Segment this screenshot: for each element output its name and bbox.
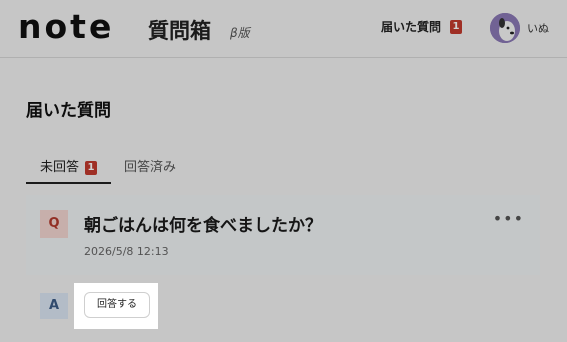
note-logo[interactable]: note: [18, 10, 114, 43]
question-marker: Q: [40, 210, 68, 238]
user-name[interactable]: いぬ: [527, 20, 549, 36]
question-date: 2026/5/8 12:13: [84, 245, 169, 258]
question-tabs: 未回答 1 回答済み: [26, 150, 541, 186]
more-horizontal-icon[interactable]: •••: [493, 209, 524, 228]
question-text: 朝ごはんは何を食べましたか？: [84, 216, 322, 236]
unanswered-count-badge: 1: [85, 161, 98, 175]
tab-label: 回答済み: [124, 160, 177, 175]
tab-unanswered[interactable]: 未回答 1: [26, 150, 111, 184]
tab-answered[interactable]: 回答済み: [124, 150, 176, 184]
received-questions-link[interactable]: 届いた質問: [381, 18, 441, 35]
answer-button-highlight: 回答する: [74, 283, 158, 329]
received-count-badge: 1: [450, 20, 462, 34]
answer-button[interactable]: 回答する: [84, 292, 150, 318]
beta-label: β版: [230, 26, 250, 40]
app-title: 質問箱: [148, 19, 211, 43]
dog-avatar-icon[interactable]: [490, 13, 520, 43]
page-title: 届いた質問: [26, 101, 111, 121]
header: note 質問箱 β版 届いた質問 1 いぬ: [0, 0, 567, 58]
answer-marker: A: [40, 293, 68, 319]
question-card: Q 朝ごはんは何を食べましたか？ 2026/5/8 12:13 •••: [26, 195, 540, 275]
tab-label: 未回答: [40, 160, 80, 175]
